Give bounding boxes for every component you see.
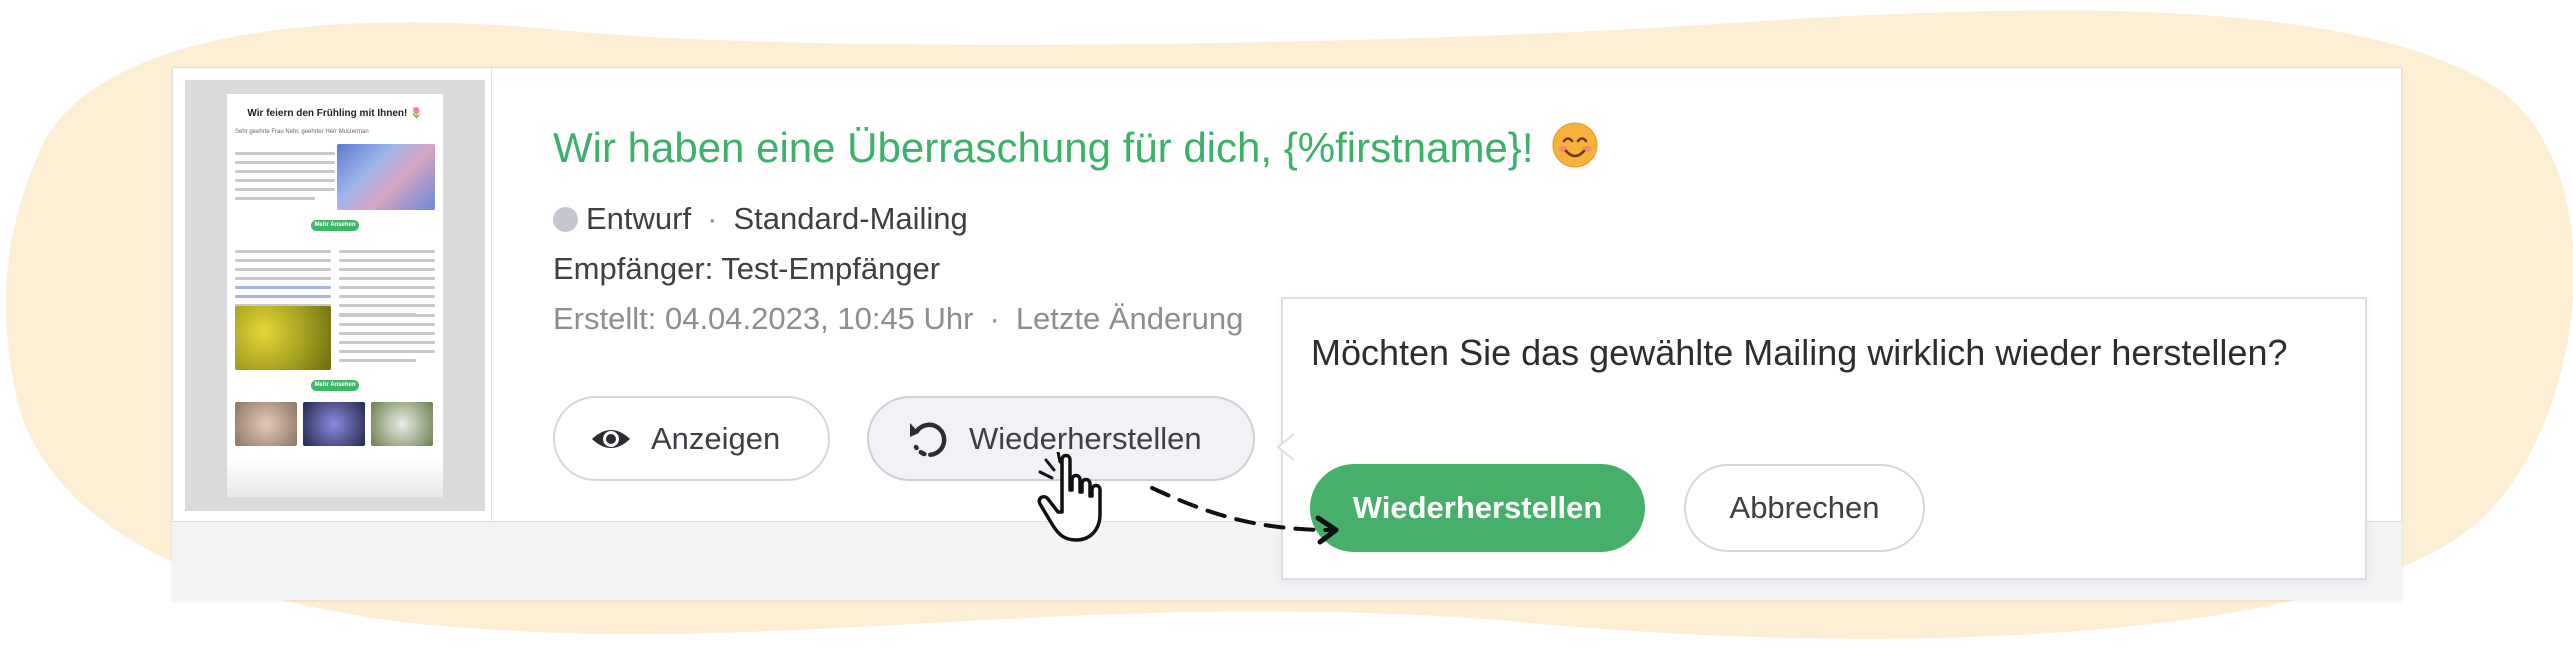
smiling-face-emoji-icon xyxy=(1552,122,1598,178)
mailing-thumbnail[interactable]: Wir feiern den Frühling mit Ihnen! 🌷 Seh… xyxy=(185,80,485,511)
mailing-recipients: Empfänger: Test-Empfänger xyxy=(553,251,941,286)
confirm-question: Möchten Sie das gewählte Mailing wirklic… xyxy=(1311,332,2288,373)
thumbnail-subheading: Sehr geehrte Frau Nehr, geehrter Herr Mu… xyxy=(235,129,369,135)
mailing-title-text: Wir haben eine Überraschung für dich, {%… xyxy=(553,124,1534,171)
thumbnail-button-2: Mehr Ansehen xyxy=(311,380,359,391)
view-button-label: Anzeigen xyxy=(651,420,781,456)
mailing-status-line: Entwurf · Standard-Mailing xyxy=(553,201,968,237)
thumbnail-button: Mehr Ansehen xyxy=(311,220,359,231)
modified-date: Letzte Änderung xyxy=(1015,301,1244,336)
cancel-button[interactable]: Abbrechen xyxy=(1684,464,1925,552)
popover-caret xyxy=(1276,433,1295,461)
mailing-title[interactable]: Wir haben eine Überraschung für dich, {%… xyxy=(553,122,1598,178)
eye-icon xyxy=(589,417,633,461)
status-dot-icon xyxy=(553,207,578,232)
status-badge: Entwurf xyxy=(586,201,692,236)
mailing-type: Standard-Mailing xyxy=(733,201,968,236)
thumbnail-image-1 xyxy=(235,402,297,446)
thumbnail-heading: Wir feiern den Frühling mit Ihnen! 🌷 xyxy=(247,108,423,119)
thumbnail-image-blossom xyxy=(337,144,435,210)
confirm-popover: Möchten Sie das gewählte Mailing wirklic… xyxy=(1281,297,2367,580)
created-date: Erstellt: 04.04.2023, 10:45 Uhr xyxy=(553,301,974,336)
thumbnail-image-yellow-flowers xyxy=(235,306,331,370)
view-button[interactable]: Anzeigen xyxy=(553,396,830,481)
mailing-dates: Erstellt: 04.04.2023, 10:45 Uhr · Letzte Ä… xyxy=(553,301,1244,336)
dashed-arrow-icon xyxy=(1150,486,1339,545)
thumbnail-image-2 xyxy=(303,402,365,446)
hand-pointer-icon xyxy=(1037,452,1102,542)
thumbnail-image-3 xyxy=(371,402,433,446)
confirm-restore-button[interactable]: Wiederherstellen xyxy=(1310,464,1645,552)
restore-icon xyxy=(907,417,951,461)
thumbnail-preview: Wir feiern den Frühling mit Ihnen! 🌷 Seh… xyxy=(227,94,443,497)
